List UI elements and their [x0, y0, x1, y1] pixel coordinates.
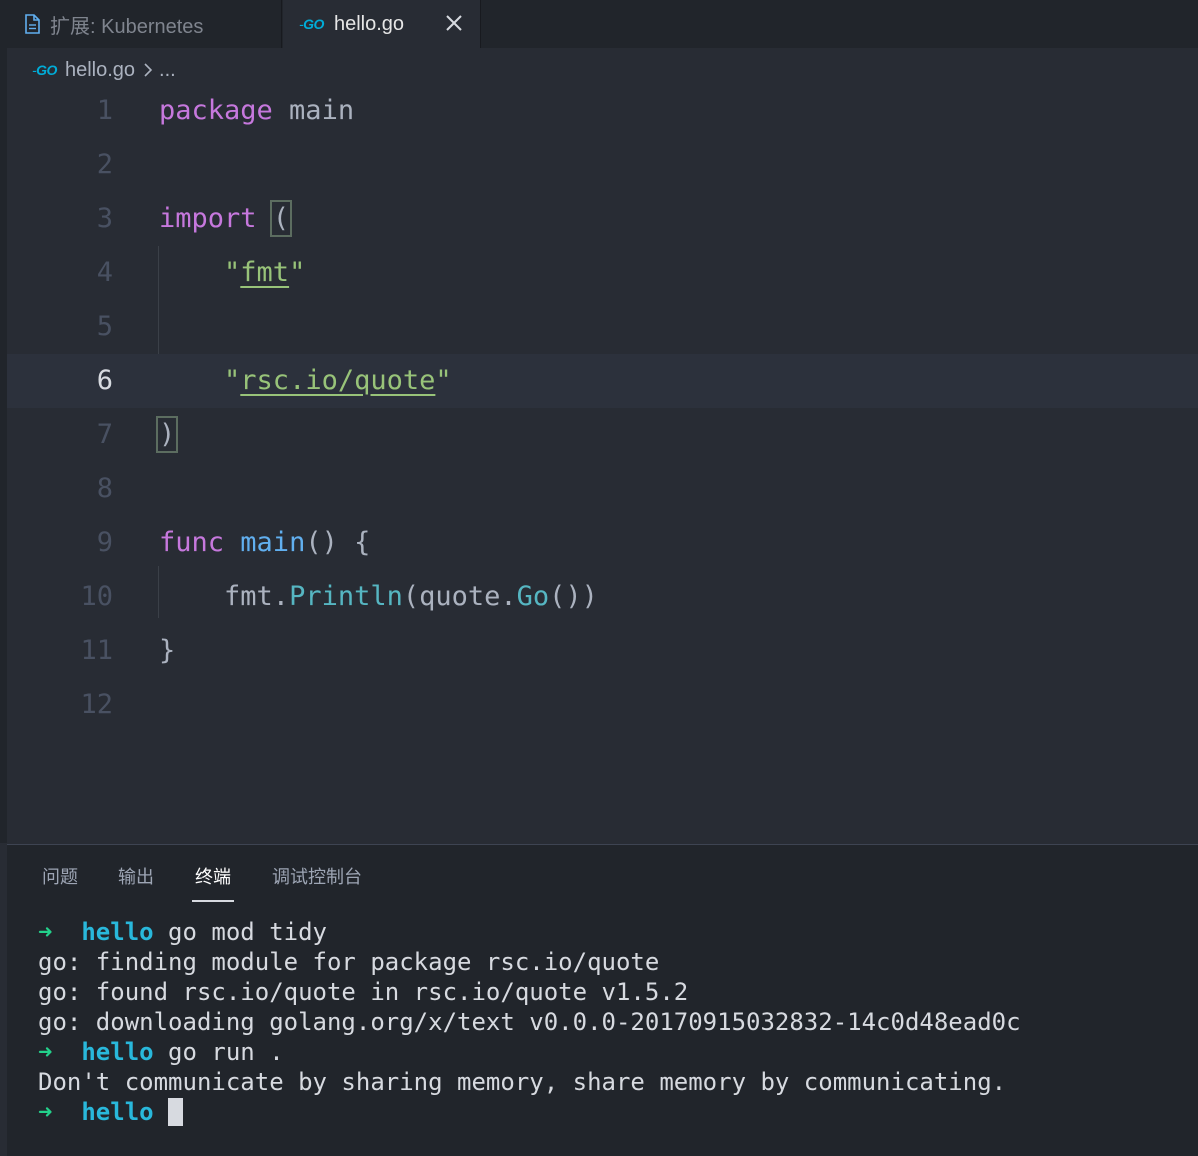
- tab-kubernetes-extension[interactable]: 扩展: Kubernetes: [0, 0, 282, 48]
- prompt-dir: hello: [81, 1098, 154, 1126]
- tab-label: hello.go: [333, 12, 405, 35]
- line-content: "rsc.io/quote": [224, 365, 452, 396]
- terminal-line: go: finding module for package rsc.io/qu…: [38, 948, 660, 976]
- line-number: 3: [96, 203, 113, 234]
- prompt-dir: hello: [81, 918, 154, 946]
- prompt-arrow: ➜: [38, 1038, 53, 1066]
- code-line[interactable]: 10 fmt.Println(quote.Go()): [7, 570, 1198, 624]
- prompt-arrow: ➜: [38, 1098, 53, 1126]
- tab-bar: 扩展: Kubernetes - GO hello.go: [0, 0, 1198, 48]
- tab-label: 扩展: Kubernetes: [50, 15, 204, 38]
- code-editor[interactable]: 1 package main 2 3 import ( 4 "fmt" 5 6 …: [7, 84, 1198, 844]
- line-content: }: [159, 635, 176, 666]
- code-line[interactable]: 2: [7, 138, 1198, 192]
- line-number: 6: [96, 365, 113, 396]
- file-icon: [24, 14, 40, 34]
- code-line[interactable]: 8: [7, 462, 1198, 516]
- code-line[interactable]: 5: [7, 300, 1198, 354]
- prompt-dir: hello: [81, 1038, 154, 1066]
- bottom-panel: 问题 输出 终端 调试控制台 ➜ hello go mod tidy go: fi…: [7, 844, 1198, 1156]
- code-line[interactable]: 12: [7, 678, 1198, 732]
- tab-debug-console[interactable]: 调试控制台: [272, 863, 362, 889]
- breadcrumb[interactable]: -GO hello.go ...: [32, 55, 176, 85]
- terminal-line: ➜ hello: [38, 1097, 1021, 1127]
- terminal-cursor: [168, 1098, 184, 1126]
- tab-terminal[interactable]: 终端: [195, 863, 231, 889]
- line-number: 11: [80, 635, 113, 666]
- go-file-icon: -GO: [299, 16, 324, 32]
- code-line[interactable]: 4 "fmt": [7, 246, 1198, 300]
- terminal-output[interactable]: ➜ hello go mod tidy go: finding module fo…: [38, 917, 1021, 1127]
- line-content: func main() {: [159, 527, 371, 558]
- chevron-right-icon: [143, 62, 153, 78]
- breadcrumb-file[interactable]: hello.go: [65, 59, 135, 82]
- code-line[interactable]: 11 }: [7, 624, 1198, 678]
- import-path-link: fmt: [240, 257, 290, 288]
- editor-gutter-edge: [0, 48, 7, 843]
- line-number: 1: [96, 95, 113, 126]
- active-tab-indicator: [192, 900, 234, 902]
- terminal-line: go: downloading golang.org/x/text v0.0.0…: [38, 1008, 1021, 1036]
- line-content: package main: [159, 95, 355, 126]
- line-number: 7: [96, 419, 113, 450]
- breadcrumb-symbols[interactable]: ...: [159, 59, 176, 82]
- line-content: import (: [159, 200, 293, 237]
- line-number: 9: [96, 527, 113, 558]
- go-file-icon: -GO: [32, 62, 57, 78]
- import-path-link: rsc.io/quote: [240, 365, 436, 396]
- terminal-line: Don't communicate by sharing memory, sha…: [38, 1068, 1007, 1096]
- terminal-line: ➜ hello go mod tidy: [38, 918, 327, 946]
- matching-bracket: (: [269, 200, 293, 237]
- close-icon[interactable]: [442, 11, 466, 35]
- line-number: 4: [96, 257, 113, 288]
- line-content: fmt.Println(quote.Go()): [224, 581, 598, 612]
- line-number: 5: [96, 311, 113, 342]
- terminal-line: ➜ hello go run .: [38, 1038, 284, 1066]
- code-line[interactable]: 9 func main() {: [7, 516, 1198, 570]
- line-number: 8: [96, 473, 113, 504]
- code-line[interactable]: 1 package main: [7, 84, 1198, 138]
- line-number: 10: [80, 581, 113, 612]
- line-number: 12: [80, 689, 113, 720]
- tab-output[interactable]: 输出: [118, 863, 154, 889]
- line-content: ): [155, 408, 179, 462]
- line-number: 2: [96, 149, 113, 180]
- code-line[interactable]: 7 ): [7, 408, 1198, 462]
- line-content: "fmt": [224, 257, 306, 288]
- code-line[interactable]: 3 import (: [7, 192, 1198, 246]
- tab-hello-go[interactable]: - GO hello.go: [283, 0, 481, 48]
- terminal-line: go: found rsc.io/quote in rsc.io/quote v…: [38, 978, 689, 1006]
- code-line-current[interactable]: 6 "rsc.io/quote": [7, 354, 1198, 408]
- tab-problems[interactable]: 问题: [42, 863, 78, 889]
- prompt-arrow: ➜: [38, 918, 53, 946]
- matching-bracket: ): [155, 416, 179, 453]
